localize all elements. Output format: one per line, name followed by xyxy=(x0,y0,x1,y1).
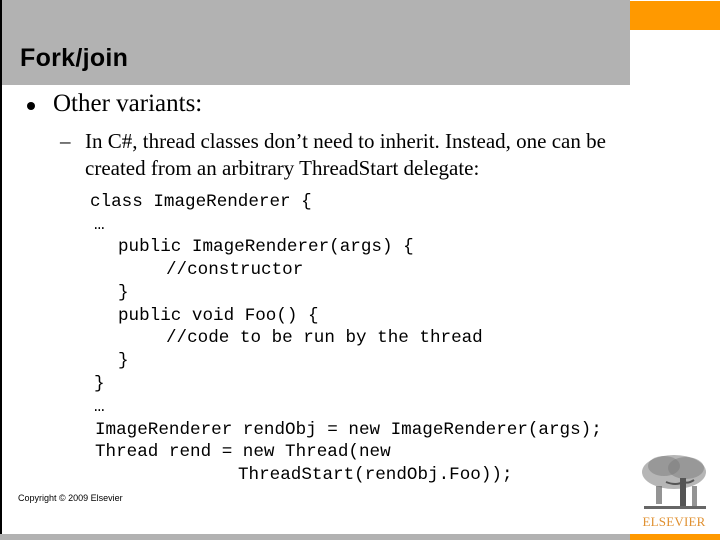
code-line: //code to be run by the thread xyxy=(166,328,483,348)
code-line: public ImageRenderer(args) { xyxy=(118,237,414,257)
bullet-text: Other variants: xyxy=(53,90,203,117)
left-border xyxy=(0,0,2,540)
code-line: } xyxy=(118,283,129,303)
logo-text: ELSEVIER xyxy=(642,514,706,529)
code-line: ImageRenderer rendObj = new ImageRendere… xyxy=(95,420,602,440)
accent-bar-top xyxy=(630,1,720,30)
bullet-icon xyxy=(27,102,35,110)
code-line: … xyxy=(94,215,105,235)
code-line: … xyxy=(94,397,105,417)
sub-bullet-line: created from an arbitrary ThreadStart de… xyxy=(85,156,480,180)
code-line: class ImageRenderer { xyxy=(90,192,312,212)
code-line: public void Foo() { xyxy=(118,306,319,326)
code-line: } xyxy=(94,374,105,394)
slide: Fork/join Other variants: – In C#, threa… xyxy=(0,0,720,540)
slide-title: Fork/join xyxy=(20,44,129,72)
bottom-bar-orange xyxy=(630,534,720,540)
elsevier-logo: ELSEVIER xyxy=(636,452,712,532)
copyright-notice: Copyright © 2009 Elsevier xyxy=(18,493,123,503)
sub-bullet-line: In C#, thread classes don’t need to inhe… xyxy=(85,129,606,153)
tree-icon xyxy=(642,455,706,509)
code-line: ThreadStart(rendObj.Foo)); xyxy=(238,465,513,485)
code-line: } xyxy=(118,351,129,371)
code-line: Thread rend = new Thread(new xyxy=(95,442,391,462)
code-line: //constructor xyxy=(166,260,304,280)
bottom-bar-gray xyxy=(0,534,630,540)
dash-icon: – xyxy=(60,129,71,153)
